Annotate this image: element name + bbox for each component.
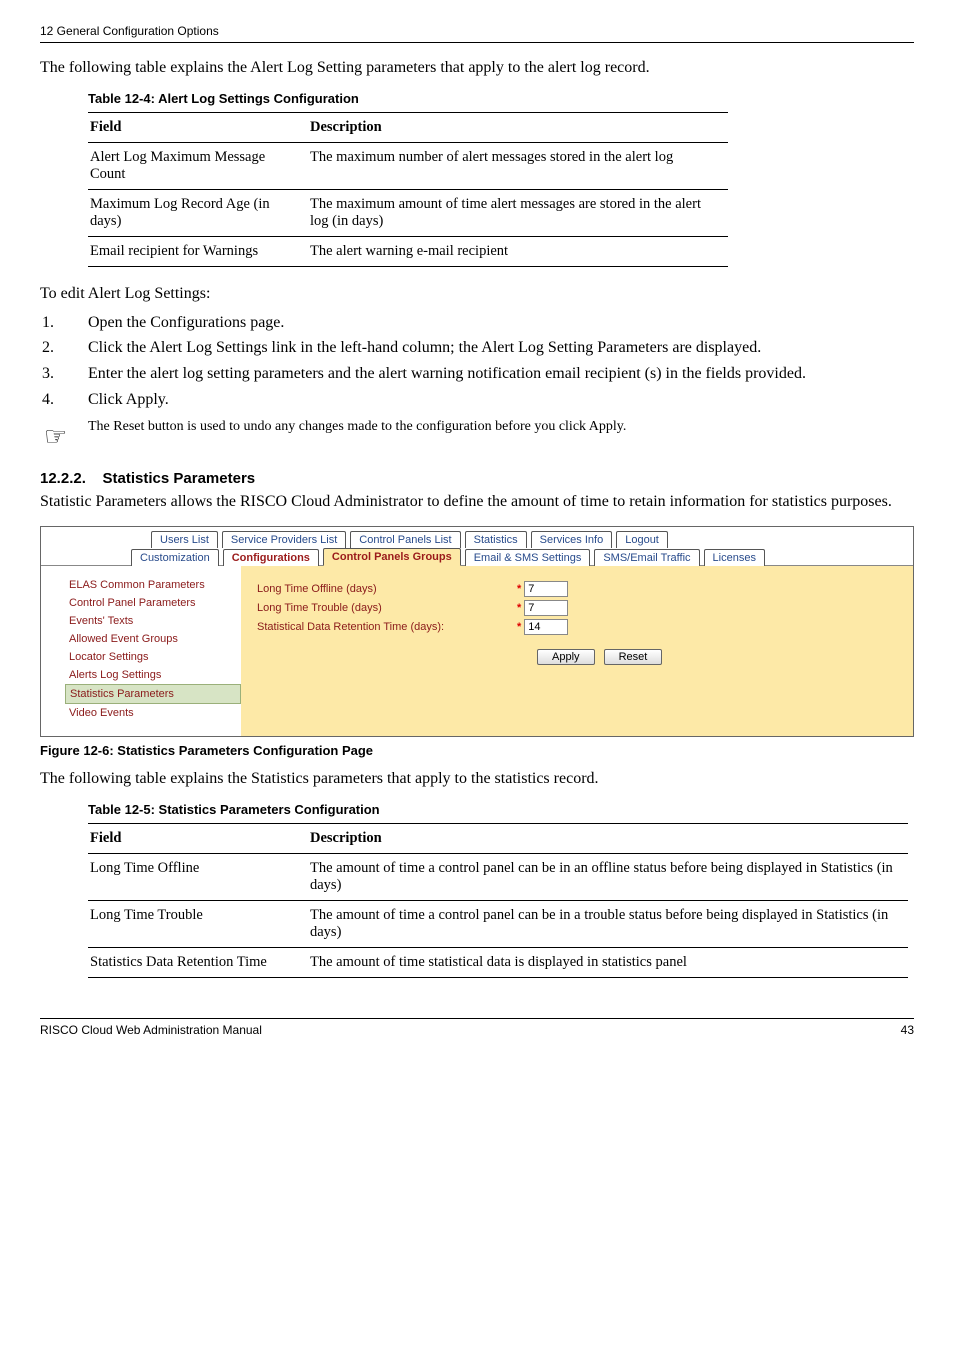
step-number: 2.	[40, 337, 88, 359]
step-text: Click Apply.	[88, 389, 914, 411]
step-item: 3. Enter the alert log setting parameter…	[40, 363, 914, 385]
table-row: Long Time Trouble The amount of time a c…	[88, 901, 908, 948]
reset-button[interactable]: Reset	[604, 649, 663, 665]
step-item: 4. Click Apply.	[40, 389, 914, 411]
section-number: 12.2.2.	[40, 470, 86, 487]
footer-page-number: 43	[901, 1023, 914, 1037]
statistical-data-retention-input[interactable]	[524, 619, 568, 635]
long-time-trouble-input[interactable]	[524, 600, 568, 616]
footer-manual-title: RISCO Cloud Web Administration Manual	[40, 1023, 262, 1037]
sidebar-item-alerts-log-settings[interactable]: Alerts Log Settings	[65, 666, 241, 684]
table-cell-field: Long Time Trouble	[88, 901, 308, 948]
edit-intro: To edit Alert Log Settings:	[40, 283, 914, 305]
stats-intro: Statistic Parameters allows the RISCO Cl…	[40, 491, 914, 513]
table-header-description: Description	[308, 824, 908, 854]
table-row: Statistics Data Retention Time The amoun…	[88, 948, 908, 978]
step-item: 2. Click the Alert Log Settings link in …	[40, 337, 914, 359]
tab-licenses[interactable]: Licenses	[704, 549, 765, 566]
tab-statistics[interactable]: Statistics	[465, 531, 527, 548]
table-header-description: Description	[308, 113, 728, 143]
note-block: ☞ The Reset button is used to undo any c…	[40, 418, 914, 452]
table-12-5: Field Description Long Time Offline The …	[88, 823, 908, 978]
table-12-5-caption: Table 12-5: Statistics Parameters Config…	[88, 802, 914, 817]
table-cell-desc: The amount of time a control panel can b…	[308, 854, 908, 901]
tab-bar-top: Users List Service Providers List Contro…	[41, 527, 913, 548]
hand-pointing-icon: ☞	[40, 418, 88, 452]
table-row: Email recipient for Warnings The alert w…	[88, 237, 728, 267]
figure-12-6-caption: Figure 12-6: Statistics Parameters Confi…	[40, 743, 914, 758]
tab-services-info[interactable]: Services Info	[531, 531, 613, 548]
sidebar-item-elas-common[interactable]: ELAS Common Parameters	[65, 576, 241, 594]
step-number: 3.	[40, 363, 88, 385]
table-row: Alert Log Maximum Message Count The maxi…	[88, 143, 728, 190]
tab-customization[interactable]: Customization	[131, 549, 219, 566]
table-12-4-caption: Table 12-4: Alert Log Settings Configura…	[88, 91, 914, 106]
required-asterisk-icon: *	[517, 602, 521, 614]
step-text: Open the Configurations page.	[88, 312, 914, 334]
table-header-field: Field	[88, 824, 308, 854]
param-label: Long Time Offline (days)	[257, 583, 517, 595]
tab-configurations[interactable]: Configurations	[223, 549, 319, 566]
table-cell-desc: The alert warning e-mail recipient	[308, 237, 728, 267]
sidebar-item-video-events[interactable]: Video Events	[65, 704, 241, 722]
step-list: 1. Open the Configurations page. 2. Clic…	[40, 312, 914, 410]
tab-sms-email-traffic[interactable]: SMS/Email Traffic	[594, 549, 699, 566]
param-label: Long Time Trouble (days)	[257, 602, 517, 614]
sidebar-item-statistics-parameters[interactable]: Statistics Parameters	[65, 684, 241, 704]
section-heading: 12.2.2. Statistics Parameters	[40, 470, 914, 487]
step-number: 4.	[40, 389, 88, 411]
step-text: Enter the alert log setting parameters a…	[88, 363, 914, 385]
page-footer: RISCO Cloud Web Administration Manual 43	[40, 1018, 914, 1037]
sidebar-item-allowed-event-groups[interactable]: Allowed Event Groups	[65, 630, 241, 648]
section-title: Statistics Parameters	[103, 470, 256, 487]
table-cell-field: Maximum Log Record Age (in days)	[88, 190, 308, 237]
intro-paragraph-2: The following table explains the Statist…	[40, 768, 914, 790]
step-number: 1.	[40, 312, 88, 334]
step-text: Click the Alert Log Settings link in the…	[88, 337, 914, 359]
required-asterisk-icon: *	[517, 583, 521, 595]
tab-service-providers-list[interactable]: Service Providers List	[222, 531, 346, 548]
tab-email-sms-settings[interactable]: Email & SMS Settings	[465, 549, 591, 566]
config-screenshot: Users List Service Providers List Contro…	[40, 526, 914, 737]
param-row: Statistical Data Retention Time (days): …	[257, 619, 897, 635]
table-cell-field: Statistics Data Retention Time	[88, 948, 308, 978]
param-row: Long Time Trouble (days) *	[257, 600, 897, 616]
tab-logout[interactable]: Logout	[616, 531, 668, 548]
apply-button[interactable]: Apply	[537, 649, 595, 665]
tab-bar-bottom: Customization Configurations Control Pan…	[41, 548, 913, 566]
step-item: 1. Open the Configurations page.	[40, 312, 914, 334]
table-cell-desc: The maximum amount of time alert message…	[308, 190, 728, 237]
tab-control-panels-groups[interactable]: Control Panels Groups	[323, 548, 461, 566]
table-cell-desc: The amount of time statistical data is d…	[308, 948, 908, 978]
intro-paragraph-1: The following table explains the Alert L…	[40, 57, 914, 79]
sidebar-item-events-texts[interactable]: Events' Texts	[65, 612, 241, 630]
config-main-pane: Long Time Offline (days) * Long Time Tro…	[241, 566, 913, 736]
table-header-field: Field	[88, 113, 308, 143]
sidebar-item-control-panel-parameters[interactable]: Control Panel Parameters	[65, 594, 241, 612]
page-header: 12 General Configuration Options	[40, 24, 914, 43]
tab-control-panels-list[interactable]: Control Panels List	[350, 531, 460, 548]
required-asterisk-icon: *	[517, 621, 521, 633]
table-12-4: Field Description Alert Log Maximum Mess…	[88, 112, 728, 267]
table-cell-desc: The amount of time a control panel can b…	[308, 901, 908, 948]
tab-users-list[interactable]: Users List	[151, 531, 218, 548]
param-row: Long Time Offline (days) *	[257, 581, 897, 597]
sidebar-item-locator-settings[interactable]: Locator Settings	[65, 648, 241, 666]
config-sidebar: ELAS Common Parameters Control Panel Par…	[41, 566, 241, 736]
note-text: The Reset button is used to undo any cha…	[88, 418, 914, 437]
table-cell-field: Email recipient for Warnings	[88, 237, 308, 267]
table-cell-field: Long Time Offline	[88, 854, 308, 901]
param-label: Statistical Data Retention Time (days):	[257, 621, 517, 633]
table-row: Long Time Offline The amount of time a c…	[88, 854, 908, 901]
long-time-offline-input[interactable]	[524, 581, 568, 597]
table-row: Maximum Log Record Age (in days) The max…	[88, 190, 728, 237]
table-cell-desc: The maximum number of alert messages sto…	[308, 143, 728, 190]
table-cell-field: Alert Log Maximum Message Count	[88, 143, 308, 190]
